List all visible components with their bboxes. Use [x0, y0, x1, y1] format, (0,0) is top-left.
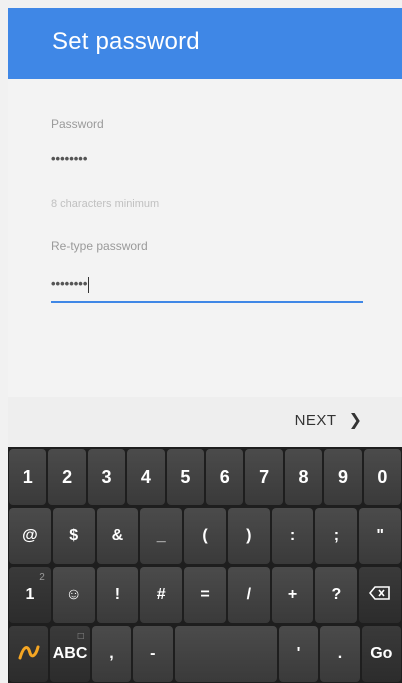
symbol-shift-main: 1 — [25, 586, 35, 603]
key-double-quote[interactable]: " — [359, 508, 402, 564]
text-cursor — [88, 276, 90, 293]
next-button[interactable]: NEXT ❯ — [295, 410, 362, 430]
keyboard-row-symbols-2: 1 2 ☺ ! # = / + ? — [8, 567, 402, 623]
key-slash[interactable]: / — [227, 567, 270, 623]
key-9[interactable]: 9 — [324, 449, 362, 505]
chevron-right-icon: ❯ — [348, 412, 362, 429]
key-plus[interactable]: + — [271, 567, 314, 623]
keyboard-row-numbers: 1 2 3 4 5 6 7 8 9 0 — [8, 449, 402, 505]
key-exclamation[interactable]: ! — [96, 567, 139, 623]
key-apostrophe[interactable]: ' — [278, 626, 319, 682]
key-0[interactable]: 0 — [363, 449, 402, 505]
password-input[interactable]: •••••••• — [51, 151, 87, 166]
key-period[interactable]: . — [320, 626, 360, 682]
go-key[interactable]: Go — [361, 626, 401, 682]
keyboard-row-bottom: ABC □ , - ' . Go — [8, 626, 402, 682]
key-2[interactable]: 2 — [48, 449, 86, 505]
password-label: Password — [51, 117, 104, 131]
page-title: Set password — [52, 28, 200, 55]
key-colon[interactable]: : — [271, 508, 314, 564]
key-7[interactable]: 7 — [245, 449, 283, 505]
key-at[interactable]: @ — [9, 508, 51, 564]
retype-password-label: Re-type password — [51, 239, 148, 253]
password-helper-text: 8 characters minimum — [51, 198, 160, 210]
key-hash[interactable]: # — [140, 567, 183, 623]
abc-copy-icon: □ — [77, 631, 84, 642]
key-open-paren[interactable]: ( — [184, 508, 226, 564]
space-key[interactable] — [174, 626, 277, 682]
retype-password-input[interactable]: •••••••• — [51, 276, 90, 293]
key-dash[interactable]: - — [133, 626, 173, 682]
key-equals[interactable]: = — [184, 567, 226, 623]
keyboard-row-symbols-1: @ $ & _ ( ) : ; " — [8, 508, 402, 564]
navigation-bar: NEXT ❯ — [8, 397, 402, 447]
key-5[interactable]: 5 — [166, 449, 205, 505]
swype-key[interactable] — [9, 626, 49, 682]
retype-password-underline — [51, 301, 363, 303]
key-6[interactable]: 6 — [206, 449, 244, 505]
password-form: Password •••••••• 8 characters minimum R… — [8, 79, 402, 397]
key-semicolon[interactable]: ; — [315, 508, 358, 564]
key-close-paren[interactable]: ) — [227, 508, 270, 564]
abc-label: ABC — [52, 645, 88, 662]
emoji-key[interactable]: ☺ — [52, 567, 95, 623]
key-4[interactable]: 4 — [127, 449, 165, 505]
backspace-icon — [369, 585, 391, 605]
abc-key[interactable]: ABC □ — [50, 626, 90, 682]
retype-password-value: •••••••• — [51, 276, 88, 291]
key-underscore[interactable]: _ — [140, 508, 183, 564]
backspace-key[interactable] — [359, 567, 402, 623]
key-8[interactable]: 8 — [284, 449, 323, 505]
key-question[interactable]: ? — [315, 567, 358, 623]
symbol-shift-key[interactable]: 1 2 — [9, 567, 51, 623]
swype-logo-icon — [18, 643, 40, 666]
next-button-label: NEXT — [294, 411, 337, 429]
key-3[interactable]: 3 — [87, 449, 126, 505]
app-bar: Set password — [8, 8, 402, 79]
on-screen-keyboard: 1 2 3 4 5 6 7 8 9 0 @ $ & _ ( ) : ; " 1 … — [8, 447, 402, 683]
key-comma[interactable]: , — [91, 626, 132, 682]
key-dollar[interactable]: $ — [52, 508, 95, 564]
key-1[interactable]: 1 — [9, 449, 47, 505]
key-ampersand[interactable]: & — [96, 508, 139, 564]
emoji-icon: ☺ — [65, 586, 82, 603]
symbol-shift-sub: 2 — [39, 572, 45, 583]
